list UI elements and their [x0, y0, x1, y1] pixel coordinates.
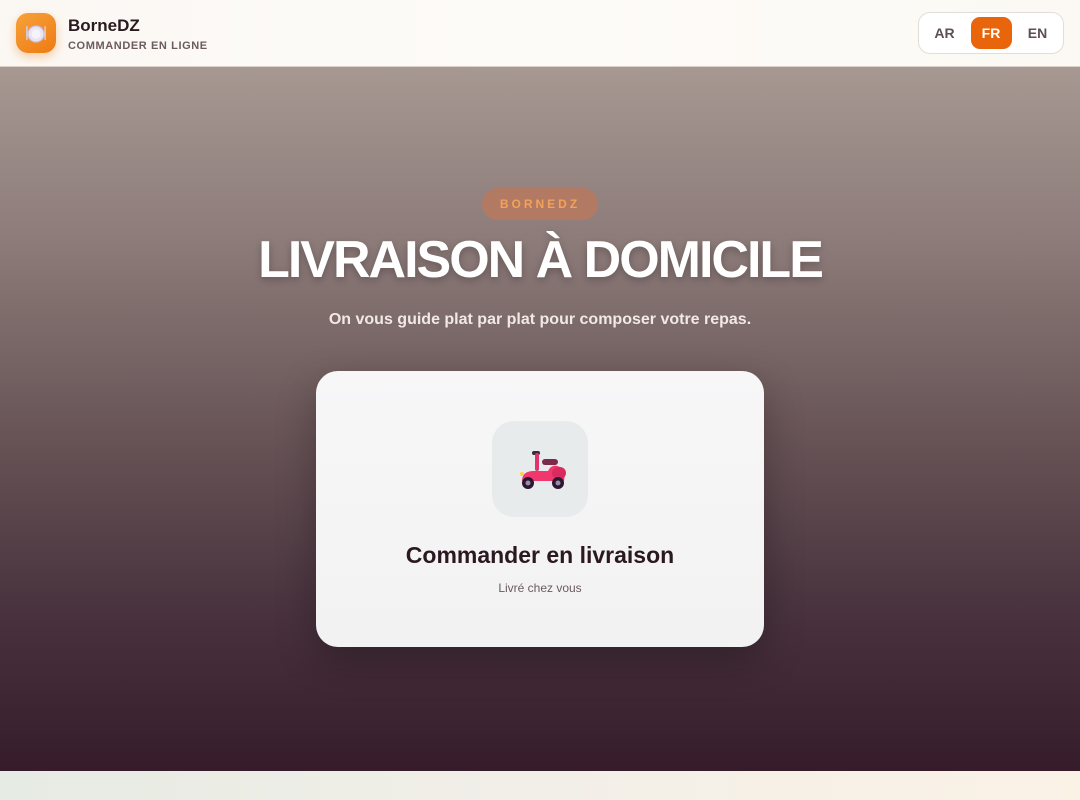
scooter-icon: [492, 421, 588, 517]
language-switcher: AR FR EN: [918, 12, 1064, 54]
brand-name: BorneDZ: [68, 15, 140, 35]
brand-subtitle: COMMANDER EN LIGNE: [68, 39, 208, 52]
lang-button-fr[interactable]: FR: [970, 17, 1012, 49]
hero-subtitle: On vous guide plat par plat pour compose…: [328, 311, 752, 328]
app-header: BorneDZ COMMANDER EN LIGNE AR FR EN: [0, 0, 1080, 67]
card-subtitle: Livré chez vous: [498, 581, 582, 595]
card-title: Commander en livraison: [405, 542, 675, 568]
hero-badge: BORNEDZ: [482, 188, 598, 220]
delivery-order-card[interactable]: Commander en livraison Livré chez vous: [316, 371, 764, 647]
lang-button-ar[interactable]: AR: [924, 17, 965, 49]
footer-strip: [0, 771, 1080, 800]
page-title: LIVRAISON À DOMICILE: [258, 231, 824, 289]
brand[interactable]: BorneDZ COMMANDER EN LIGNE: [16, 13, 208, 53]
hero-section: BORNEDZ LIVRAISON À DOMICILE On vous gui…: [0, 67, 1080, 771]
plate-icon: [16, 13, 56, 53]
lang-button-en[interactable]: EN: [1017, 17, 1058, 49]
